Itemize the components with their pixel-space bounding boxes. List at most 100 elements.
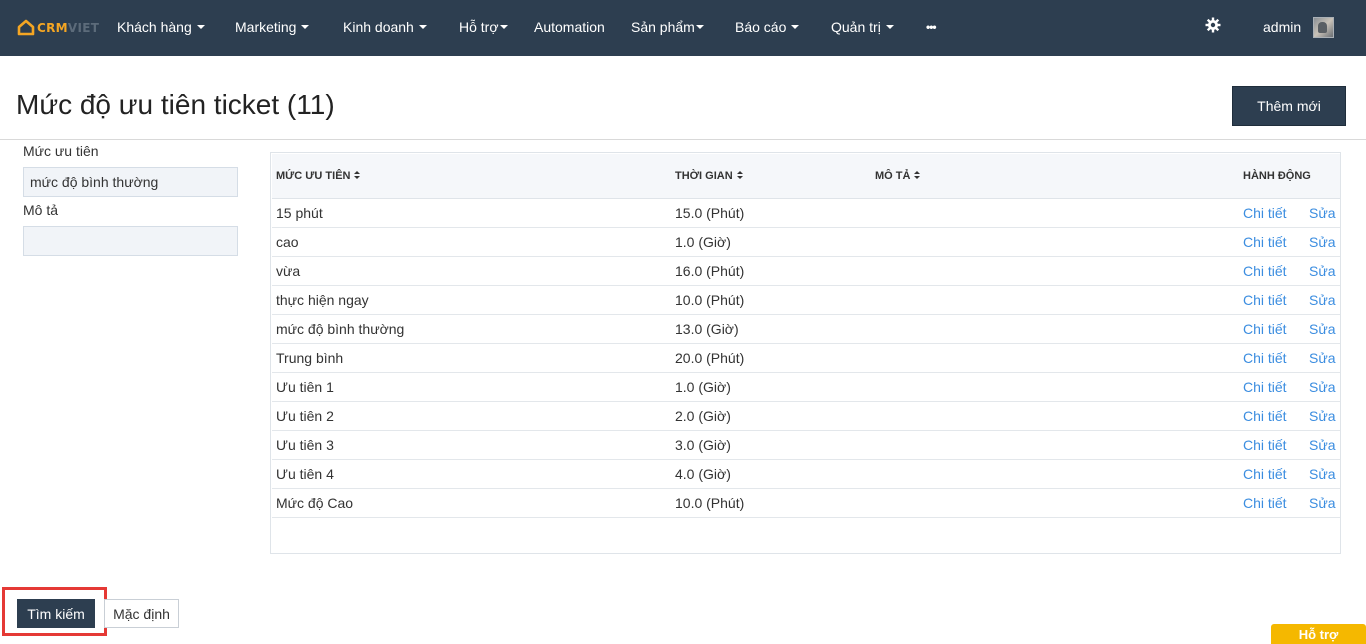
column-header-description[interactable]: MÔ TẢ <box>875 170 921 182</box>
time-cell: 1.0 (Giờ) <box>675 379 731 395</box>
detail-link[interactable]: Chi tiết <box>1243 437 1287 453</box>
priority-cell: Ưu tiên 2 <box>276 408 334 424</box>
top-navbar: CRM VIET Khách hàng Marketing Kinh doanh … <box>0 0 1366 56</box>
time-cell: 2.0 (Giờ) <box>675 408 731 424</box>
sort-icon <box>914 171 921 180</box>
nav-item-products[interactable]: Sản phẩm <box>631 19 704 36</box>
time-cell: 1.0 (Giờ) <box>675 234 731 250</box>
detail-link[interactable]: Chi tiết <box>1243 292 1287 308</box>
detail-link[interactable]: Chi tiết <box>1243 495 1287 511</box>
column-header-time[interactable]: THỜI GIAN <box>675 170 743 182</box>
nav-item-customers[interactable]: Khách hàng <box>117 19 205 36</box>
priority-cell: thực hiện ngay <box>276 292 369 308</box>
edit-link[interactable]: Sửa <box>1309 495 1336 511</box>
table-row: Ưu tiên 2 2.0 (Giờ) Chi tiết Sửa <box>272 402 1340 431</box>
gear-icon[interactable] <box>1205 17 1221 33</box>
detail-link[interactable]: Chi tiết <box>1243 350 1287 366</box>
nav-item-admin[interactable]: Quản trị <box>831 19 894 36</box>
column-header-label: THỜI GIAN <box>675 170 733 182</box>
edit-link[interactable]: Sửa <box>1309 350 1336 366</box>
nav-label: Marketing <box>235 19 297 35</box>
chevron-down-icon <box>885 25 894 30</box>
user-name[interactable]: admin <box>1263 19 1301 35</box>
chevron-down-icon <box>791 25 800 30</box>
chevron-down-icon <box>301 25 310 30</box>
time-cell: 10.0 (Phút) <box>675 495 745 511</box>
detail-link[interactable]: Chi tiết <box>1243 466 1287 482</box>
table-row: Ưu tiên 1 1.0 (Giờ) Chi tiết Sửa <box>272 373 1340 402</box>
edit-link[interactable]: Sửa <box>1309 466 1336 482</box>
priority-cell: Ưu tiên 1 <box>276 379 334 395</box>
more-menu-icon[interactable]: ••• <box>926 20 937 34</box>
avatar[interactable] <box>1313 17 1334 38</box>
edit-link[interactable]: Sửa <box>1309 437 1336 453</box>
add-new-button[interactable]: Thêm mới <box>1232 86 1346 126</box>
divider <box>0 139 1366 140</box>
edit-link[interactable]: Sửa <box>1309 263 1336 279</box>
nav-label: Báo cáo <box>735 19 787 35</box>
table-header: MỨC ƯU TIÊN THỜI GIAN MÔ TẢ HÀNH ĐỘNG <box>272 154 1340 199</box>
table-row: Ưu tiên 4 4.0 (Giờ) Chi tiết Sửa <box>272 460 1340 489</box>
detail-link[interactable]: Chi tiết <box>1243 379 1287 395</box>
search-button[interactable]: Tìm kiếm <box>17 599 95 628</box>
priority-cell: Ưu tiên 3 <box>276 437 334 453</box>
edit-link[interactable]: Sửa <box>1309 408 1336 424</box>
nav-item-sales[interactable]: Kinh doanh <box>343 19 427 36</box>
sort-icon <box>354 171 361 180</box>
table-row: 15 phút 15.0 (Phút) Chi tiết Sửa <box>272 199 1340 228</box>
detail-link[interactable]: Chi tiết <box>1243 205 1287 221</box>
default-button[interactable]: Mặc định <box>104 599 179 628</box>
crmviet-logo[interactable]: CRM VIET <box>17 18 99 38</box>
logo-house-icon <box>17 19 35 37</box>
detail-link[interactable]: Chi tiết <box>1243 234 1287 250</box>
chevron-down-icon <box>196 25 205 30</box>
description-filter-label: Mô tả <box>23 202 59 218</box>
help-tab[interactable]: Hỗ trợ <box>1271 624 1366 644</box>
nav-item-marketing[interactable]: Marketing <box>235 19 310 36</box>
nav-item-support[interactable]: Hỗ trợ <box>459 19 508 36</box>
chevron-down-icon <box>418 25 427 30</box>
edit-link[interactable]: Sửa <box>1309 321 1336 337</box>
edit-link[interactable]: Sửa <box>1309 205 1336 221</box>
table-row: Ưu tiên 3 3.0 (Giờ) Chi tiết Sửa <box>272 431 1340 460</box>
table-row: Mức độ Cao 10.0 (Phút) Chi tiết Sửa <box>272 489 1340 518</box>
time-cell: 16.0 (Phút) <box>675 263 745 279</box>
priority-cell: vừa <box>276 263 301 279</box>
nav-label: Hỗ trợ <box>459 19 499 35</box>
edit-link[interactable]: Sửa <box>1309 292 1336 308</box>
description-filter-input[interactable] <box>23 226 238 256</box>
table-row: cao 1.0 (Giờ) Chi tiết Sửa <box>272 228 1340 257</box>
priority-cell: Trung bình <box>276 350 344 366</box>
column-header-priority[interactable]: MỨC ƯU TIÊN <box>276 170 361 182</box>
nav-item-reports[interactable]: Báo cáo <box>735 19 800 36</box>
priority-table: MỨC ƯU TIÊN THỜI GIAN MÔ TẢ HÀNH ĐỘNG 15… <box>270 152 1341 554</box>
time-cell: 3.0 (Giờ) <box>675 437 731 453</box>
table-row: vừa 16.0 (Phút) Chi tiết Sửa <box>272 257 1340 286</box>
nav-item-automation[interactable]: Automation <box>534 19 605 36</box>
edit-link[interactable]: Sửa <box>1309 234 1336 250</box>
column-header-actions: HÀNH ĐỘNG <box>1243 170 1311 182</box>
column-header-label: MÔ TẢ <box>875 170 911 182</box>
detail-link[interactable]: Chi tiết <box>1243 321 1287 337</box>
nav-label: Automation <box>534 19 605 35</box>
table-row: thực hiện ngay 10.0 (Phút) Chi tiết Sửa <box>272 286 1340 315</box>
time-cell: 4.0 (Giờ) <box>675 466 731 482</box>
priority-filter-label: Mức ưu tiên <box>23 143 99 159</box>
page-title: Mức độ ưu tiên ticket (11) <box>16 89 335 120</box>
time-cell: 13.0 (Giờ) <box>675 321 739 337</box>
time-cell: 20.0 (Phút) <box>675 350 745 366</box>
chevron-down-icon <box>499 25 508 30</box>
chevron-down-icon <box>695 25 704 30</box>
priority-filter-input[interactable] <box>23 167 238 197</box>
time-cell: 10.0 (Phút) <box>675 292 745 308</box>
priority-cell: Mức độ Cao <box>276 495 354 511</box>
detail-link[interactable]: Chi tiết <box>1243 408 1287 424</box>
priority-cell: Ưu tiên 4 <box>276 466 334 482</box>
table-row: mức độ bình thường 13.0 (Giờ) Chi tiết Sửa <box>272 315 1340 344</box>
time-cell: 15.0 (Phút) <box>675 205 745 221</box>
priority-cell: mức độ bình thường <box>276 321 405 337</box>
priority-cell: cao <box>276 234 299 250</box>
edit-link[interactable]: Sửa <box>1309 379 1336 395</box>
detail-link[interactable]: Chi tiết <box>1243 263 1287 279</box>
priority-cell: 15 phút <box>276 205 323 221</box>
